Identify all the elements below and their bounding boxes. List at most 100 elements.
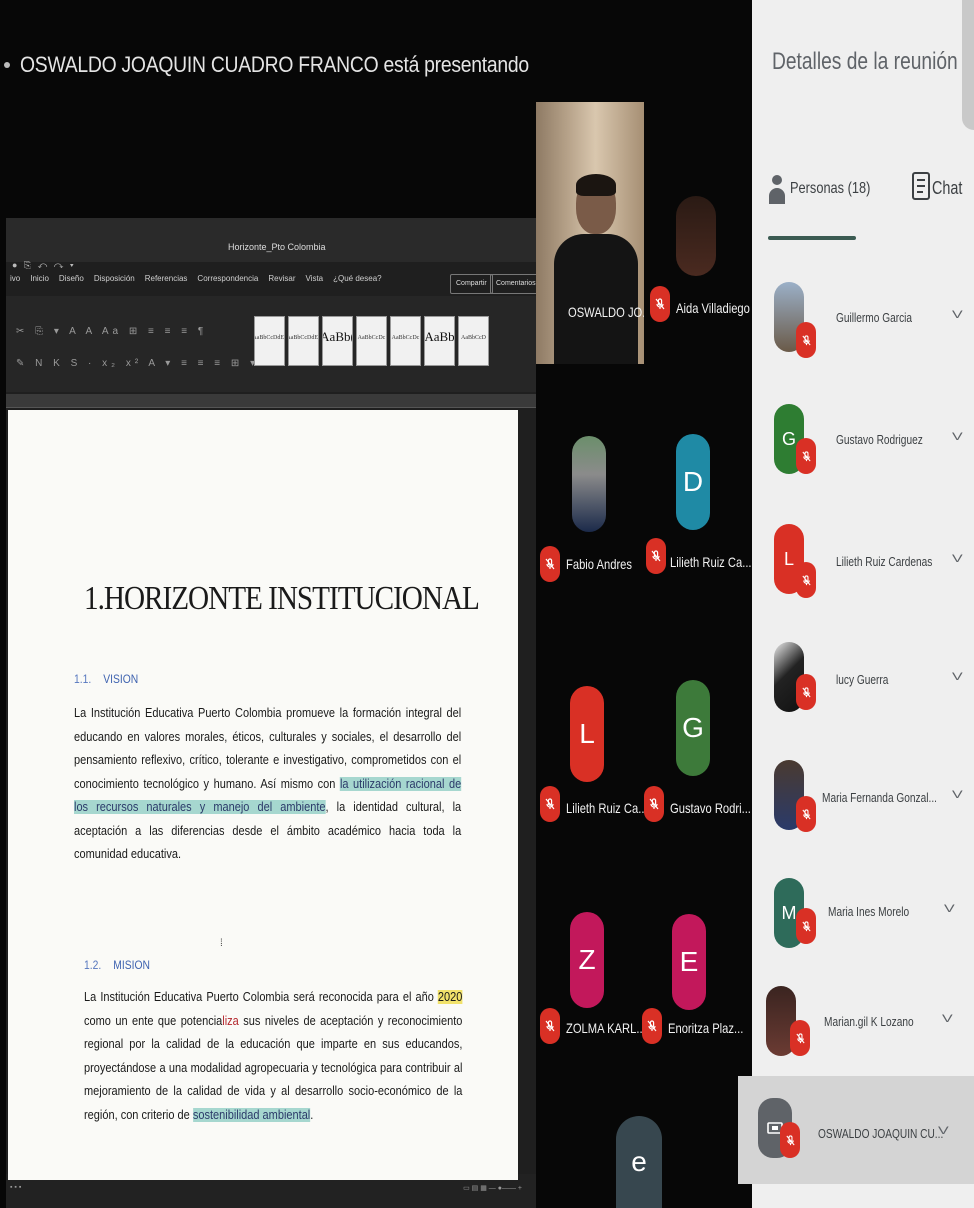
tab-people[interactable]: Personas (18): [768, 170, 870, 244]
participant-row[interactable]: M Maria Ines Morelo V: [752, 868, 974, 978]
participant-row[interactable]: Marian.gil K Lozano V: [752, 980, 974, 1090]
avatar-aida: [676, 196, 716, 276]
document-heading: 1.HORIZONTE INSTITUCIONAL: [84, 580, 480, 617]
mision-year: 2020: [437, 990, 463, 1004]
people-icon: [768, 172, 786, 211]
paragraph-tools[interactable]: ✎ N K S · x₂ x² A ▾ ≡ ≡ ≡ ⊞ ▾: [16, 358, 259, 369]
mic-off-icon: [796, 438, 816, 474]
style-title[interactable]: AaBb: [424, 316, 455, 366]
chevron-down-icon[interactable]: V: [944, 903, 955, 916]
video-person-body: [554, 234, 638, 364]
mision-text-2: como un ente que potencia: [84, 1013, 223, 1028]
mic-off-icon: [650, 286, 670, 322]
mision-text-3: sus niveles de aceptación y reconocimien…: [84, 1013, 463, 1122]
chat-icon: [912, 172, 930, 207]
ruler: [6, 394, 536, 408]
word-titlebar: Horizonte_Pto Colombia: [6, 218, 536, 262]
participant-grid: OSWALDO JO... Aida Villadiego Fabio Andr…: [536, 100, 752, 1208]
menu-item-references[interactable]: Referencias: [145, 274, 188, 283]
mic-off-icon: [796, 674, 816, 710]
avatar-lilieth: L: [570, 686, 604, 782]
menu-item-review[interactable]: Revisar: [268, 274, 295, 283]
styles-gallery: AaBbCcDdEe AaBbCcDdEe AaBb( AaBbCcDc AaB…: [254, 316, 489, 366]
comments-button[interactable]: Comentarios: [490, 274, 542, 294]
chevron-down-icon[interactable]: V: [952, 553, 963, 566]
menu-item-design[interactable]: Diseño: [59, 274, 84, 283]
tab-chat-label: Chat: [932, 178, 963, 198]
participant-name: Guillermo Garcia: [836, 310, 913, 325]
presenting-indicator-icon: [4, 62, 10, 68]
text-cursor: ⁞: [220, 938, 223, 949]
mision-heading: 1.2. MISION: [84, 958, 150, 972]
tile-name-zolma: ZOLMA KARL...: [566, 1020, 646, 1036]
tile-name-dolly: Lilieth Ruiz Ca...: [670, 554, 752, 570]
participant-row[interactable]: L Lilieth Ruiz Cardenas V: [752, 508, 974, 618]
status-left: ▪ ▪ ▪: [10, 1184, 22, 1191]
tile-name-gustavo: Gustavo Rodri...: [670, 800, 751, 816]
style-heading-1[interactable]: AaBb(: [322, 316, 353, 366]
tile-name-fabio: Fabio Andres: [566, 556, 632, 572]
menu-item-file[interactable]: ivo: [10, 274, 20, 283]
chevron-down-icon[interactable]: V: [952, 431, 963, 444]
mision-text: La Institución Educativa Puerto Colombia…: [84, 990, 438, 1004]
vision-title: VISION: [103, 672, 139, 686]
avatar-fabio: [572, 436, 606, 532]
menu-item-mailings[interactable]: Correspondencia: [197, 274, 258, 283]
chevron-down-icon[interactable]: V: [938, 1125, 949, 1138]
mision-number: 1.2.: [84, 958, 102, 972]
tell-me-search[interactable]: ¿Qué desea?: [333, 274, 381, 283]
participant-name: OSWALDO JOAQUIN CU...: [818, 1126, 944, 1141]
document-page: 1.HORIZONTE INSTITUCIONAL 1.1. VISION La …: [8, 410, 518, 1180]
video-person-hair: [576, 174, 616, 196]
vision-number: 1.1.: [74, 672, 92, 686]
participant-row[interactable]: lucy Guerra V: [752, 630, 974, 740]
style-subtitle[interactable]: AaBbCcD: [458, 316, 489, 366]
menu-item-home[interactable]: Inicio: [30, 274, 49, 283]
tile-name-enoritza: Enoritza Plaz...: [668, 1020, 744, 1036]
mision-text-red: liza: [222, 1013, 239, 1028]
avatar-enoritza: E: [672, 914, 706, 1010]
presenter-banner: OSWALDO JOAQUIN CUADRO FRANCO está prese…: [20, 52, 529, 77]
participant-row[interactable]: G Gustavo Rodriguez V: [752, 388, 974, 498]
participant-row-self[interactable]: OSWALDO JOAQUIN CU... V: [738, 1076, 974, 1184]
participant-name: Gustavo Rodriguez: [836, 432, 923, 447]
mic-off-icon: [540, 786, 560, 822]
mic-off-icon: [540, 1008, 560, 1044]
mic-off-icon: [796, 322, 816, 358]
tile-name-oswaldo: OSWALDO JO...: [568, 304, 644, 320]
mision-paragraph: La Institución Educativa Puerto Colombia…: [84, 986, 463, 1127]
participant-row[interactable]: Maria Fernanda Gonzal... V: [752, 750, 974, 860]
vision-heading: 1.1. VISION: [74, 672, 138, 686]
tab-people-label: Personas (18): [790, 180, 871, 197]
chevron-down-icon[interactable]: V: [952, 789, 963, 802]
mic-off-icon: [780, 1122, 800, 1158]
mic-off-icon: [796, 908, 816, 944]
meeting-details-panel: Detalles de la reunión Personas (18) Cha…: [738, 0, 974, 1208]
avatar-gustavo: G: [676, 680, 710, 776]
style-heading-2[interactable]: AaBbCcDc: [356, 316, 387, 366]
style-normal[interactable]: AaBbCcDdEe: [254, 316, 285, 366]
participant-name: Maria Fernanda Gonzal...: [822, 790, 937, 805]
tile-name-aida: Aida Villadiego: [676, 300, 750, 316]
menu-item-layout[interactable]: Disposición: [94, 274, 135, 283]
font-tools[interactable]: ✂ ⎘ ▾ A A Aa ⊞ ≡ ≡ ≡ ¶: [16, 326, 207, 337]
participant-name: Lilieth Ruiz Cardenas: [836, 554, 933, 569]
style-no-spacing[interactable]: AaBbCcDdEe: [288, 316, 319, 366]
mic-off-icon: [790, 1020, 810, 1056]
tile-name-lilieth: Lilieth Ruiz Ca...: [566, 800, 648, 816]
tab-chat[interactable]: Chat: [912, 170, 968, 210]
vision-paragraph: La Institución Educativa Puerto Colombia…: [74, 702, 462, 867]
participant-name: lucy Guerra: [836, 672, 889, 687]
participant-name: Maria Ines Morelo: [828, 904, 910, 919]
chevron-down-icon[interactable]: V: [942, 1013, 953, 1026]
zoom-slider[interactable]: ▭ ▤ ▦ — ●—— +: [463, 1184, 522, 1192]
chevron-down-icon[interactable]: V: [952, 671, 963, 684]
mic-off-icon: [796, 796, 816, 832]
menu-item-view[interactable]: Vista: [305, 274, 323, 283]
participant-row[interactable]: Guillermo Garcia V: [752, 268, 974, 378]
chevron-down-icon[interactable]: V: [952, 309, 963, 322]
style-heading-3[interactable]: AaBbCcDc: [390, 316, 421, 366]
avatar-zolma: Z: [570, 912, 604, 1008]
share-button[interactable]: Compartir: [450, 274, 493, 294]
presenter-video-tile[interactable]: OSWALDO JO...: [536, 102, 644, 364]
